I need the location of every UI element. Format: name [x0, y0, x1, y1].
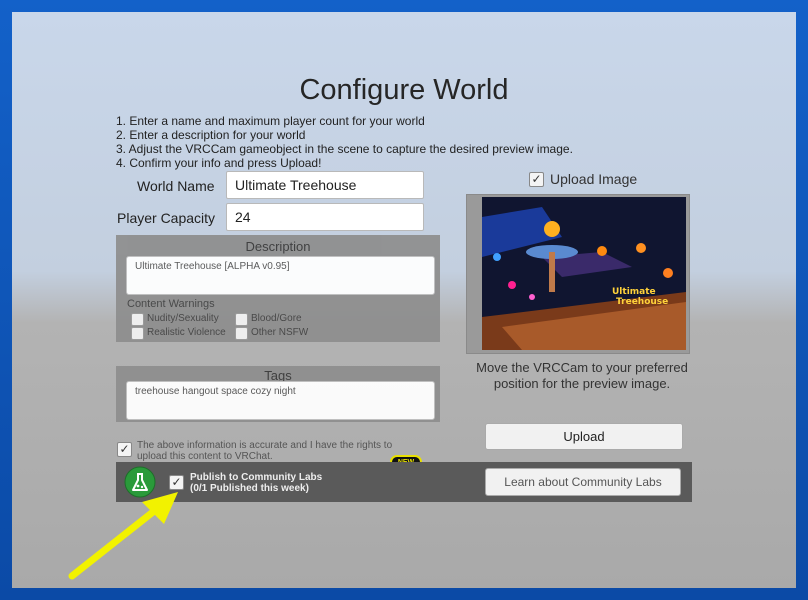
preview-caption: Move the VRCCam to your preferred positi… [454, 360, 710, 392]
preview-frame: Ultimate Treehouse [466, 194, 690, 354]
description-input[interactable]: Ultimate Treehouse [ALPHA v0.95] [126, 256, 435, 295]
warning-violence-label: Realistic Violence [147, 327, 226, 338]
warning-violence-checkbox[interactable] [131, 327, 144, 340]
preview-logo-text-1: Ultimate [612, 287, 656, 297]
world-name-label: World Name [137, 178, 215, 194]
instruction-list: 1. Enter a name and maximum player count… [116, 114, 573, 170]
instruction-step: 3. Adjust the VRCCam gameobject in the s… [116, 142, 573, 156]
warning-nudity-checkbox[interactable] [131, 313, 144, 326]
player-capacity-input[interactable]: 24 [226, 203, 424, 231]
preview-scene: Ultimate Treehouse [482, 197, 686, 350]
community-labs-count: (0/1 Published this week) [190, 483, 309, 494]
content-warnings-label: Content Warnings [127, 298, 215, 310]
community-labs-bar: ✓ Publish to Community Labs (0/1 Publish… [116, 462, 692, 502]
player-capacity-label: Player Capacity [117, 210, 216, 226]
annotation-arrow [68, 492, 178, 580]
rights-text-line: upload this content to VRChat. [137, 451, 273, 462]
community-labs-title: Publish to Community Labs [190, 472, 323, 483]
upload-button[interactable]: Upload [485, 423, 683, 450]
warning-nudity-label: Nudity/Sexuality [147, 313, 219, 324]
caption-line: Move the VRCCam to your preferred [476, 360, 688, 375]
world-name-input[interactable]: Ultimate Treehouse [226, 171, 424, 199]
warning-gore-checkbox[interactable] [235, 313, 248, 326]
page-title: Configure World [299, 74, 509, 106]
preview-image: Ultimate Treehouse [482, 197, 686, 350]
learn-community-labs-button[interactable]: Learn about Community Labs [485, 468, 681, 496]
caption-line: position for the preview image. [493, 376, 671, 391]
warning-nsfw-label: Other NSFW [251, 327, 309, 338]
community-labs-text: Publish to Community Labs (0/1 Published… [190, 472, 322, 494]
rights-text-line: The above information is accurate and I … [137, 440, 393, 451]
warning-gore-label: Blood/Gore [251, 313, 302, 324]
rights-text: The above information is accurate and I … [137, 440, 392, 462]
rights-checkbox[interactable]: ✓ [117, 442, 132, 457]
instruction-step: 4. Confirm your info and press Upload! [116, 156, 322, 170]
instruction-step: 1. Enter a name and maximum player count… [116, 114, 425, 128]
instruction-step: 2. Enter a description for your world [116, 128, 306, 142]
upload-image-checkbox[interactable]: ✓ [529, 172, 544, 187]
preview-logo-text-2: Treehouse [616, 297, 668, 307]
tags-section: Tags treehouse hangout space cozy night [116, 366, 440, 422]
upload-image-label: Upload Image [550, 171, 638, 187]
description-title: Description [245, 239, 311, 254]
description-section: Description Ultimate Treehouse [ALPHA v0… [116, 235, 440, 342]
warning-nsfw-checkbox[interactable] [235, 327, 248, 340]
tags-input[interactable]: treehouse hangout space cozy night [126, 381, 435, 420]
